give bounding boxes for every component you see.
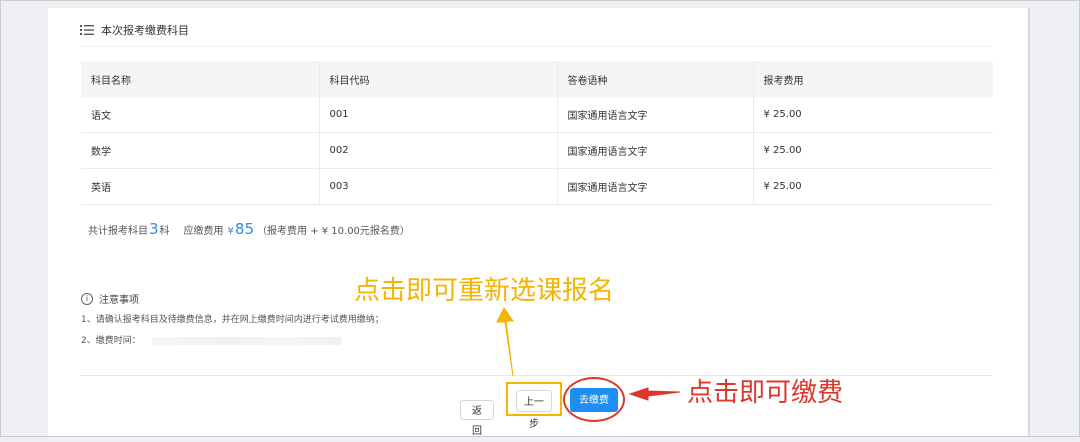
red-arrow-icon: [628, 387, 681, 401]
yellow-arrow-icon: [496, 307, 514, 377]
prev-hint-annotation: 点击即可重新选课报名: [354, 276, 615, 306]
pay-hint-annotation: 点击即可缴费: [687, 378, 844, 408]
annotation-arrows: [496, 307, 681, 401]
